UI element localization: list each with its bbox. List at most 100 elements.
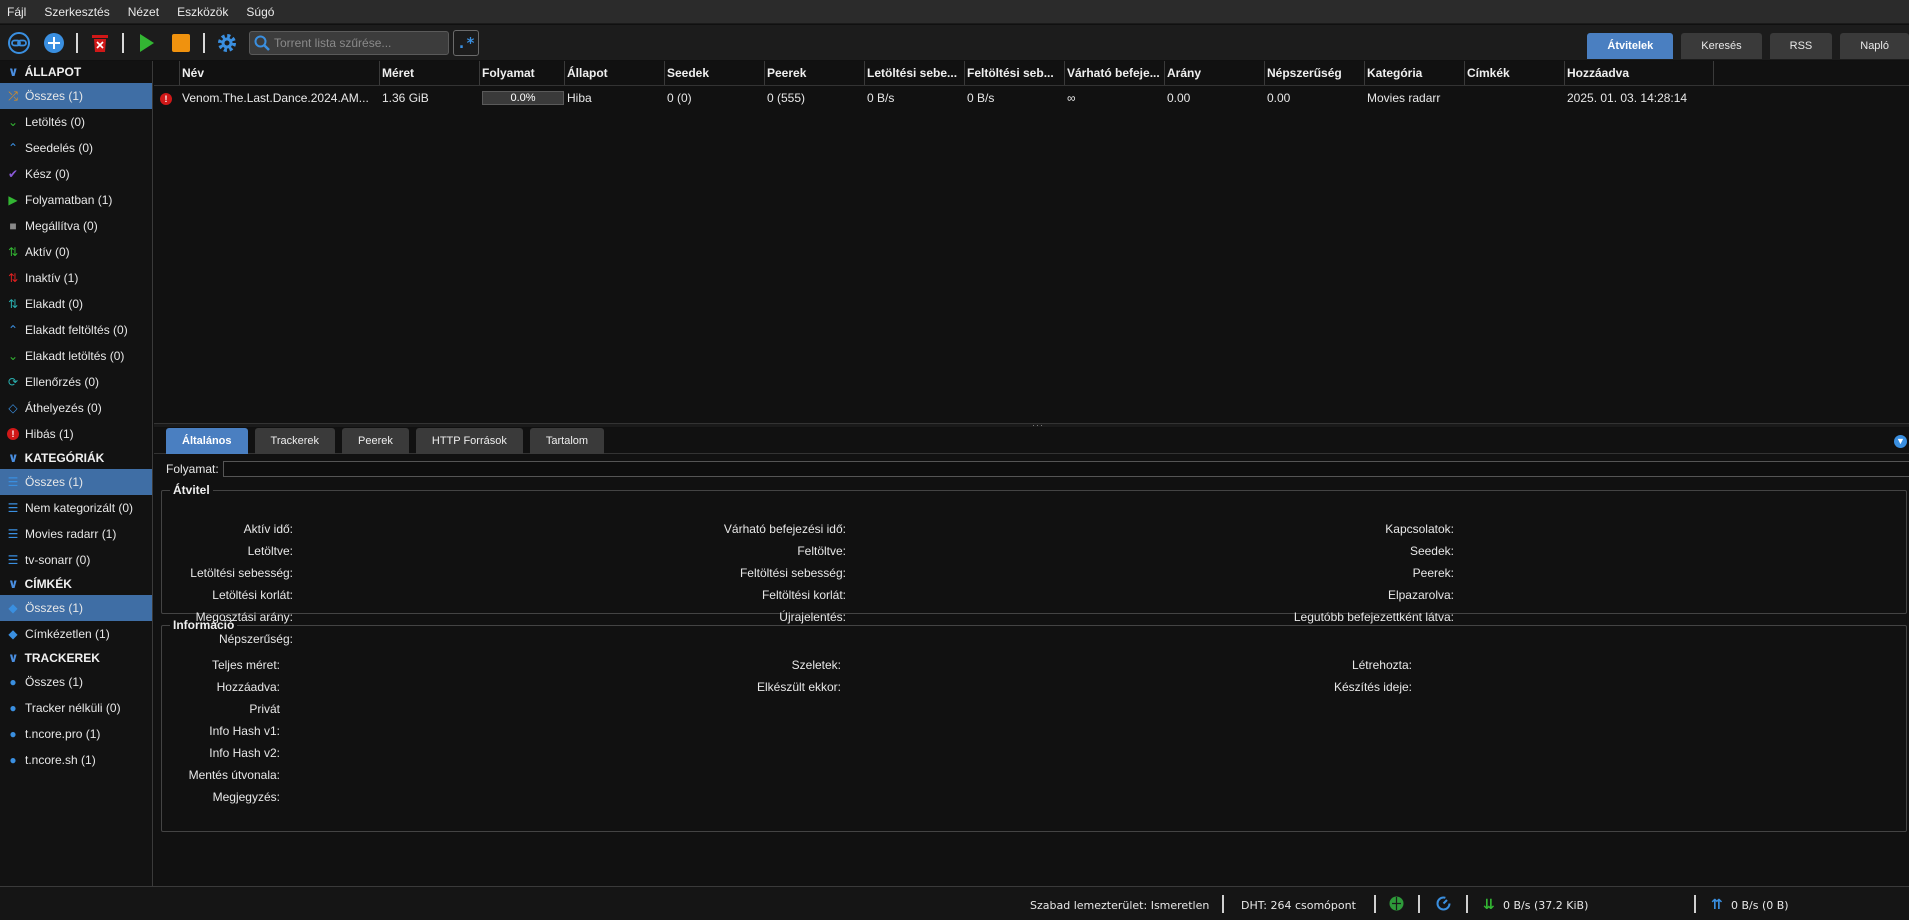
status-stopped[interactable]: ■ Megállítva (0) bbox=[0, 213, 152, 239]
tracker-ncore-sh[interactable]: ● t.ncore.sh (1) bbox=[0, 747, 152, 773]
status-stalled-upload[interactable]: ⌃ Elakadt feltöltés (0) bbox=[0, 317, 152, 343]
column-header-name[interactable]: Név bbox=[180, 61, 380, 85]
tag-icon: ◆ bbox=[8, 627, 18, 641]
column-header-eta[interactable]: Várható befeje... bbox=[1065, 61, 1165, 85]
column-header-popularity[interactable]: Népszerűség bbox=[1265, 61, 1365, 85]
label-total-size: Teljes méret: bbox=[211, 658, 280, 672]
delete-button[interactable] bbox=[87, 30, 113, 56]
torrent-popularity: 0.00 bbox=[1267, 91, 1291, 105]
tab-content[interactable]: Tartalom bbox=[529, 428, 605, 454]
tracker-all[interactable]: ● Összes (1) bbox=[0, 669, 152, 695]
column-header-category[interactable]: Kategória bbox=[1365, 61, 1465, 85]
label-eta: Várható befejezési idő: bbox=[723, 522, 846, 536]
collapse-panel-icon[interactable]: ▼ bbox=[1894, 435, 1907, 448]
categories-header[interactable]: ∨ KATEGÓRIÁK bbox=[0, 447, 152, 469]
toolbar-separator bbox=[203, 32, 205, 53]
list-icon: ☰ bbox=[7, 553, 19, 567]
status-inactive[interactable]: ⇅ Inaktív (1) bbox=[0, 265, 152, 291]
progress-row: Folyamat: bbox=[166, 461, 1909, 477]
tag-untagged[interactable]: ◆ Címkézetlen (1) bbox=[0, 621, 152, 647]
category-uncategorized[interactable]: ☰ Nem kategorizált (0) bbox=[0, 495, 152, 521]
status-stalled-download[interactable]: ⌄ Elakadt letöltés (0) bbox=[0, 343, 152, 369]
column-header-dl-speed[interactable]: Letöltési sebe... bbox=[865, 61, 965, 85]
pause-button[interactable] bbox=[168, 30, 194, 56]
upload-speed-status: 0 B/s (0 B) bbox=[1731, 899, 1789, 912]
filter-sidebar: ∨ ÁLLAPOT ⤮ Összes (1) ⌄ Letöltés (0) ⌃ Seed… bbox=[0, 61, 153, 886]
category-movies-radarr[interactable]: ☰ Movies radarr (1) bbox=[0, 521, 152, 547]
dht-status: DHT: 264 csomópont bbox=[1241, 899, 1356, 912]
information-group: Információ bbox=[161, 618, 1907, 832]
add-torrent-button[interactable] bbox=[41, 30, 67, 56]
torrent-eta: ∞ bbox=[1067, 91, 1076, 105]
table-row[interactable]: ! Venom.The.Last.Dance.2024.AM... 1.36 G… bbox=[154, 86, 1909, 110]
column-header-seeds[interactable]: Seedek bbox=[665, 61, 765, 85]
add-link-button[interactable] bbox=[6, 30, 32, 56]
column-header-tags[interactable]: Címkék bbox=[1465, 61, 1565, 85]
double-chevron-up-icon: ⌃ bbox=[7, 323, 19, 337]
panel-splitter[interactable]: ··· bbox=[154, 420, 1909, 430]
tab-trackers[interactable]: Trackerek bbox=[254, 428, 336, 454]
menu-help[interactable]: Súgó bbox=[246, 5, 274, 19]
menu-edit[interactable]: Szerkesztés bbox=[44, 5, 109, 19]
tab-rss[interactable]: RSS bbox=[1769, 33, 1833, 59]
menu-tools[interactable]: Eszközök bbox=[177, 5, 228, 19]
category-tv-sonarr[interactable]: ☰ tv-sonarr (0) bbox=[0, 547, 152, 573]
toolbar-separator bbox=[76, 32, 78, 53]
tab-log[interactable]: Napló bbox=[1840, 33, 1909, 59]
category-all[interactable]: ☰ Összes (1) bbox=[0, 469, 152, 495]
trackers-header[interactable]: ∨ TRACKEREK bbox=[0, 647, 152, 669]
progress-bar: 0.0% bbox=[482, 91, 564, 105]
search-icon bbox=[254, 35, 270, 51]
status-header[interactable]: ∨ ÁLLAPOT bbox=[0, 61, 152, 83]
updown-arrows-icon: ⇅ bbox=[7, 271, 19, 285]
torrent-seeds: 0 (0) bbox=[667, 91, 692, 105]
tracker-trackerless[interactable]: ● Tracker nélküli (0) bbox=[0, 695, 152, 721]
status-active[interactable]: ⇅ Aktív (0) bbox=[0, 239, 152, 265]
status-stalled[interactable]: ⇅ Elakadt (0) bbox=[0, 291, 152, 317]
column-header-ratio[interactable]: Arány bbox=[1165, 61, 1265, 85]
torrent-ul-speed: 0 B/s bbox=[967, 91, 995, 105]
tab-transfers[interactable]: Átvitelek bbox=[1587, 33, 1674, 59]
column-header-peers[interactable]: Peerek bbox=[765, 61, 865, 85]
status-completed[interactable]: ✔ Kész (0) bbox=[0, 161, 152, 187]
column-header-ul-speed[interactable]: Feltöltési seb... bbox=[965, 61, 1065, 85]
tab-search[interactable]: Keresés bbox=[1681, 33, 1762, 59]
tab-peers[interactable]: Peerek bbox=[342, 428, 409, 454]
tag-all[interactable]: ◆ Összes (1) bbox=[0, 595, 152, 621]
status-moving[interactable]: ◇ Áthelyezés (0) bbox=[0, 395, 152, 421]
tab-http-sources[interactable]: HTTP Források bbox=[415, 428, 523, 454]
settings-button[interactable] bbox=[214, 30, 240, 56]
upload-speed-icon: ⇈ bbox=[1711, 897, 1723, 913]
column-header-status-icon[interactable] bbox=[154, 61, 180, 85]
toolbar-separator bbox=[122, 32, 124, 53]
status-checking[interactable]: ⟳ Ellenőrzés (0) bbox=[0, 369, 152, 395]
status-errored[interactable]: ! Hibás (1) bbox=[0, 421, 152, 447]
regex-toggle-button[interactable]: .* bbox=[453, 29, 479, 56]
transfer-group: Átvitel bbox=[161, 483, 1907, 614]
torrent-category: Movies radarr bbox=[1367, 91, 1441, 105]
menu-file[interactable]: Fájl bbox=[7, 5, 26, 19]
double-chevron-down-icon: ⌄ bbox=[7, 349, 19, 363]
updown-arrows-icon: ⇅ bbox=[7, 245, 19, 259]
label-ul-speed: Feltöltési sebesség: bbox=[739, 566, 846, 580]
status-all[interactable]: ⤮ Összes (1) bbox=[0, 83, 152, 109]
menu-view[interactable]: Nézet bbox=[128, 5, 159, 19]
tracker-ncore-pro[interactable]: ● t.ncore.pro (1) bbox=[0, 721, 152, 747]
column-header-added[interactable]: Hozzáadva bbox=[1565, 61, 1714, 85]
column-header-size[interactable]: Méret bbox=[380, 61, 480, 85]
column-header-state[interactable]: Állapot bbox=[565, 61, 665, 85]
search-input[interactable] bbox=[274, 35, 444, 50]
column-header-progress[interactable]: Folyamat bbox=[480, 61, 565, 85]
checkmark-icon: ✔ bbox=[7, 167, 19, 181]
status-separator bbox=[1418, 895, 1420, 913]
resume-button[interactable] bbox=[133, 30, 159, 56]
speed-limit-icon[interactable] bbox=[1436, 896, 1451, 914]
label-uploaded: Feltöltve: bbox=[797, 544, 846, 558]
status-downloading[interactable]: ⌄ Letöltés (0) bbox=[0, 109, 152, 135]
tags-header[interactable]: ∨ CÍMKÉK bbox=[0, 573, 152, 595]
tab-general[interactable]: Általános bbox=[166, 428, 248, 454]
connection-status-icon[interactable] bbox=[1389, 896, 1404, 914]
status-running[interactable]: ▶ Folyamatban (1) bbox=[0, 187, 152, 213]
download-speed-icon: ⇊ bbox=[1483, 897, 1495, 913]
status-seeding[interactable]: ⌃ Seedelés (0) bbox=[0, 135, 152, 161]
